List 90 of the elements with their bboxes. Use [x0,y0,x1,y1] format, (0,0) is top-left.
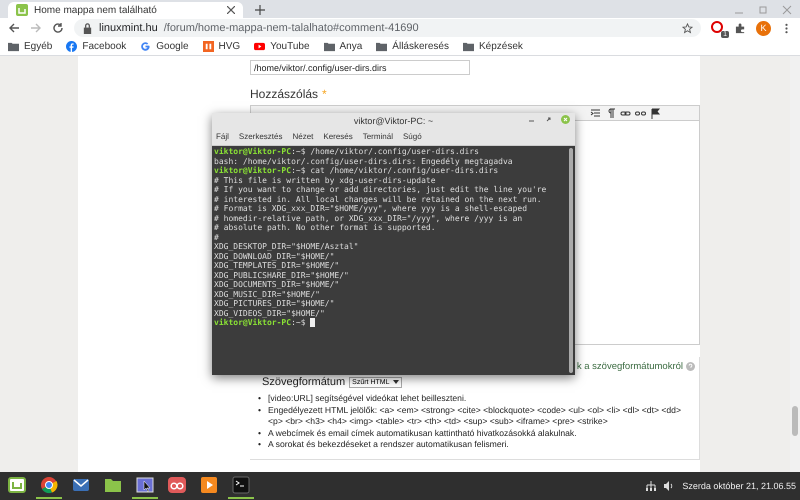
output-line: XDG_PUBLICSHARE_DIR="$HOME/" [214,270,349,280]
bookmark-link[interactable]: Képzések [479,41,523,52]
star-icon[interactable] [682,22,693,34]
mint-logo-icon[interactable] [8,477,26,493]
chrome-icon[interactable] [41,477,58,494]
terminal-scrollbar[interactable] [569,148,573,373]
output-line: bash: /home/viktor/.config/user-dirs.dirs: Engedély megtagadva [214,156,513,166]
output-line: XDG_DOWNLOAD_DIR="$HOME/" [214,252,334,261]
folder-icon [324,41,334,52]
terminal-icon[interactable] [232,476,250,494]
maximize-icon[interactable] [544,115,553,124]
format-help-link[interactable]: k a szövegformátumokról [576,361,683,372]
format-tip: Engedélyezett HTML jelölők: <a> <em> <strong> <cite> <blockquote> <code> <ul> <ol> <li> <dl> <dt> <dd> <p> <br> <h3> <h4> <img> <table> <tr> <th> <td> <sup> <sub> <iframe> <pre> <strike> [268,404,682,428]
bullet: • [258,404,262,416]
flag-icon[interactable] [650,108,661,118]
mint-favicon-icon [16,4,28,16]
url-host: linuxmint.hu [99,22,158,34]
output-line: XDG_VIDEOS_DIR="$HOME/" [214,308,325,318]
address-bar[interactable]: linuxmint.hu /forum/home-mappa-nem-talalhato#comment-41690 [74,19,701,37]
path-field[interactable]: /home/viktor/.config/user-dirs.dirs [250,60,470,75]
command-text: /home/viktor/.config/user-dirs.dirs [310,147,479,156]
bookmark-link[interactable]: Anya [340,41,362,52]
output-line: # Format is XDG_xxx_DIR="$HOME/yyy", where yyy is a shell-escaped [214,204,528,214]
format-tip: A webcímek és email címek automatikusan kattintható hivatkozásokká alakulnak. [268,428,577,439]
output-line: XDG_TEMPLATES_DIR="$HOME/" [214,261,340,270]
reload-icon[interactable] [52,22,64,34]
format-label: Szövegformátum [262,376,346,388]
bullet: • [258,428,262,439]
output-line: XDG_DOCUMENTS_DIR="$HOME/" [214,280,340,290]
bookmark-link[interactable]: HVG [218,41,240,52]
terminal-title: viktor@Viktor-PC: ~ [354,116,434,126]
output-line: # This file is written by xdg-user-dirs-update [214,176,436,185]
prompt-user: viktor@Viktor-PC [214,147,292,156]
menu-item[interactable]: Nézet [292,132,314,141]
folder-icon[interactable] [105,479,121,492]
folder-icon [463,41,474,52]
mail-icon[interactable] [73,479,89,491]
prompt-path: :~$ [291,318,307,328]
required-mark: * [322,87,327,101]
facebook-icon [66,41,78,52]
bookmark-link[interactable]: Google [156,41,189,52]
glasses-icon[interactable] [168,477,186,493]
text-cursor [310,318,316,327]
new-tab-icon[interactable] [255,5,265,15]
command-text: cat /home/viktor/.config/user-dirs.dirs [310,166,498,176]
tab-title: Home mappa nem található [34,4,157,16]
bookmark-link[interactable]: Álláskeresés [392,41,449,52]
bullet: • [258,439,262,450]
menu-item[interactable]: Szerkesztés [238,132,282,141]
network-icon[interactable] [646,481,656,491]
hvg-icon [202,41,214,52]
url-path: /forum/home-mappa-nem-talalhato#comment-41690 [164,22,419,34]
output-line: # If you want to change or add directories, just edit the line you're [214,185,546,194]
menu-item[interactable]: Fájl [216,132,229,141]
output-line: XDG_MUSIC_DIR="$HOME/" [214,290,320,299]
output-line: # interested in. All local changes will be retained on the next run. [214,194,542,204]
folder-icon [376,41,388,52]
google-icon [140,41,152,52]
browser-tab[interactable]: Home mappa nem található [8,2,243,18]
bullet: • [258,393,262,404]
menu-item[interactable]: Keresés [323,132,353,141]
volume-icon[interactable] [664,481,674,491]
scrollbar[interactable] [790,56,800,472]
puzzle-icon[interactable] [735,22,746,34]
bookmark-link[interactable]: YouTube [270,41,310,52]
format-tip: A sorokat és bekezdéseket a rendszer automatikusan felismeri. [268,439,509,450]
output-line: XDG_DESKTOP_DIR="$HOME/Asztal" [214,242,358,252]
output-line: # absolute path. No other format is supported. [214,223,436,232]
menu-item[interactable]: Terminál [362,132,393,141]
comment-label: Hozzászólás [250,87,318,101]
folder-icon [8,41,19,52]
prompt-path: :~$ [291,166,307,176]
output-line: # homedir-relative path, or XDG_xxx_DIR="/yyy", where /yyy is an [214,214,522,223]
format-tip: [video:URL] segítségével videókat lehet beilleszteni. [268,393,466,404]
menu-item[interactable]: Súgó [402,132,422,141]
lock-icon [82,22,93,34]
close-icon[interactable] [227,6,235,14]
bookmark-link[interactable]: Facebook [82,41,126,52]
clock[interactable]: Szerda október 21, 21.06.55 [682,481,796,491]
caret-icon [392,380,398,384]
back-icon[interactable] [8,22,20,34]
prompt-user: viktor@Viktor-PC [214,318,292,328]
prompt-path: :~$ [291,147,307,156]
indent-icon[interactable] [590,108,601,118]
prompt-user: viktor@Viktor-PC [214,166,292,176]
youtube-icon [254,41,266,52]
output-line: # [214,232,219,242]
bookmark-link[interactable]: Egyéb [24,41,52,52]
output-line: XDG_PICTURES_DIR="$HOME/" [214,299,334,308]
screenshot-icon[interactable] [136,478,154,492]
